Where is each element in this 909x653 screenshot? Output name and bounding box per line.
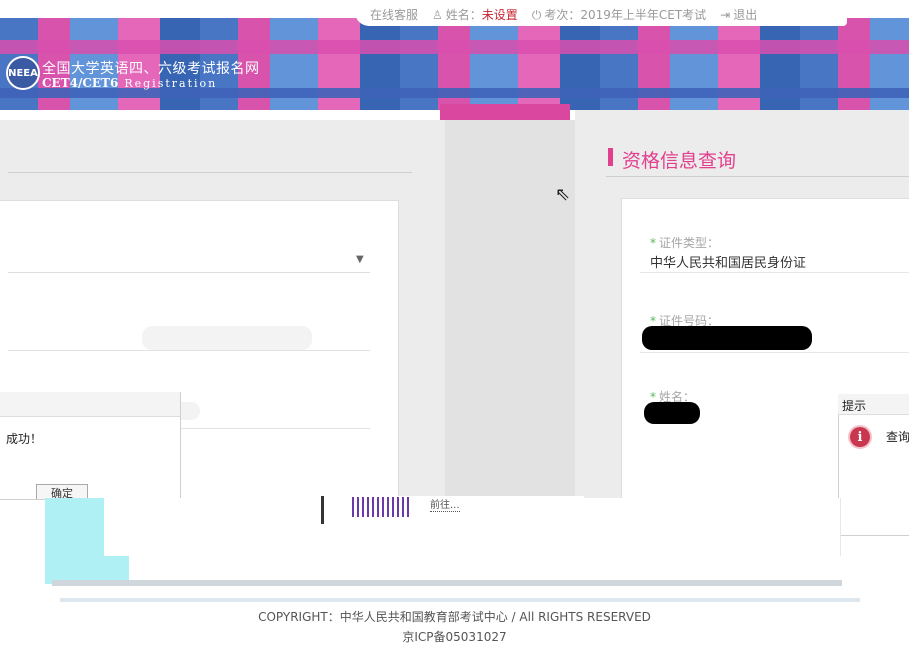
dialog-header bbox=[0, 392, 180, 417]
glitch-shadow bbox=[60, 598, 860, 602]
dialog-title: 提示 bbox=[842, 399, 867, 413]
panel-title: 资格信息查询 bbox=[622, 150, 737, 172]
exam-session-item: ⏻ 考次：2019年上半年CET考试 bbox=[532, 6, 706, 23]
info-icon: i bbox=[850, 427, 870, 447]
exam-label: 考次：2019年上半年CET考试 bbox=[544, 8, 707, 22]
user-icon: ♙ bbox=[432, 8, 443, 22]
dialog-message: 成功！ bbox=[6, 432, 43, 446]
divider bbox=[8, 172, 412, 173]
divider bbox=[640, 272, 909, 273]
divider bbox=[8, 350, 370, 351]
site-subtitle: CET4/CET6 Registration bbox=[42, 76, 217, 90]
divider bbox=[606, 176, 909, 177]
logout-link[interactable]: ⇥ 退出 bbox=[720, 6, 757, 23]
redacted-field bbox=[142, 326, 312, 350]
glitch-block bbox=[352, 497, 412, 517]
redacted-id-number bbox=[642, 326, 812, 350]
footer-copyright: COPYRIGHT：中华人民共和国教育部考试中心 / All RIGHTS RE… bbox=[258, 610, 651, 624]
logout-icon: ⇥ bbox=[720, 8, 731, 22]
neea-logo: NEEA bbox=[6, 56, 40, 90]
id-type-value: 中华人民共和国居民身份证 bbox=[650, 256, 807, 271]
site-title: 全国大学英语四、六级考试报名网 bbox=[42, 61, 260, 77]
site-subtitle-cet: CET4/CET6 bbox=[42, 76, 119, 90]
logout-label: 退出 bbox=[733, 8, 758, 22]
glitch-shadow bbox=[52, 580, 842, 586]
mouse-cursor-icon: ⇖ bbox=[555, 184, 571, 205]
title-accent-bar bbox=[608, 148, 613, 166]
name-label: 姓名： bbox=[445, 8, 482, 22]
glitch-block bbox=[104, 498, 324, 556]
banner-stripe bbox=[0, 40, 909, 54]
user-name-item: ♙ 姓名：未设置 bbox=[432, 6, 518, 23]
id-type-label-text: 证件类型： bbox=[659, 236, 720, 250]
id-type-label: * 证件类型： bbox=[650, 236, 720, 250]
power-icon: ⏻ bbox=[531, 8, 542, 22]
name-value: 未设置 bbox=[481, 8, 518, 22]
top-toolbar-items: 在线客服 ♙ 姓名：未设置 ⏻ 考次：2019年上半年CET考试 ⇥ 退出 bbox=[370, 6, 757, 23]
dialog-confirm-button[interactable]: 确定 bbox=[36, 484, 88, 499]
dialog-message: 查询 bbox=[886, 430, 909, 444]
glitch-text: 前往... bbox=[430, 496, 460, 512]
middle-gap bbox=[445, 120, 575, 498]
exam-select[interactable] bbox=[8, 250, 370, 273]
customer-service-link[interactable]: 在线客服 bbox=[370, 6, 418, 23]
tip-dialog bbox=[838, 394, 909, 536]
footer-icp: 京ICP备05031027 bbox=[402, 630, 507, 644]
dropdown-arrow-icon[interactable]: ▼ bbox=[356, 254, 364, 265]
divider bbox=[640, 352, 909, 353]
site-subtitle-registration: Registration bbox=[124, 77, 218, 90]
redacted-name bbox=[644, 402, 700, 424]
site-header: NEEA 全国大学英语四、六级考试报名网 CET4/CET6 Registrati… bbox=[0, 0, 909, 120]
